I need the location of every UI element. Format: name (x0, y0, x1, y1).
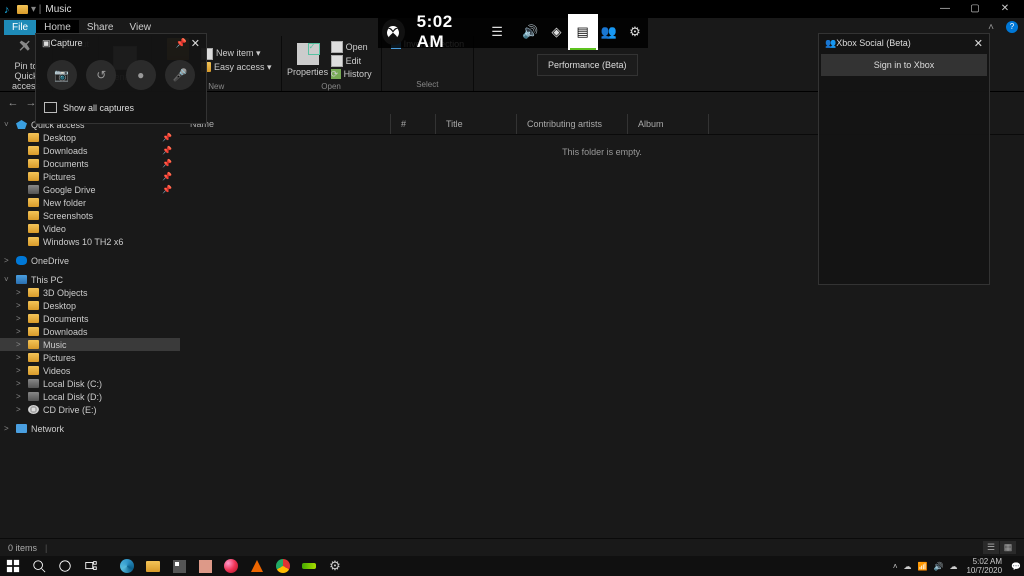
tree-item[interactable]: ˃Local Disk (D:) (0, 390, 180, 403)
history-button[interactable]: ⟳History (328, 68, 375, 80)
folder-icon (17, 5, 28, 14)
tree-item[interactable]: ˅This PC (0, 273, 180, 286)
taskbar-firefox-icon[interactable] (218, 556, 244, 576)
gallery-icon (44, 102, 57, 113)
tree-item[interactable]: ˃CD Drive (E:) (0, 403, 180, 416)
collapse-ribbon-icon[interactable]: ˄ (988, 22, 1000, 33)
tray-volume-icon[interactable]: 🔊 (933, 562, 943, 571)
xbox-button[interactable] (382, 19, 405, 45)
properties-button[interactable]: Properties (288, 38, 328, 82)
tree-item[interactable]: Windows 10 TH2 x6 (0, 235, 180, 248)
tree-item[interactable]: ˃Videos (0, 364, 180, 377)
tray-onedrive-icon[interactable]: ☁ (949, 562, 957, 571)
col-number[interactable]: # (390, 114, 436, 134)
settings-button[interactable]: ⚙ (622, 16, 648, 48)
col-title[interactable]: Title (436, 114, 516, 134)
maximize-button[interactable]: ▢ (960, 0, 990, 18)
gamebar-time: 5:02 AM (409, 12, 484, 52)
screenshot-button[interactable]: 📷 (47, 60, 77, 90)
tree-item[interactable]: Downloads📌 (0, 144, 180, 157)
tree-item[interactable]: ˃Music (0, 338, 180, 351)
tree-item[interactable]: ˃Network (0, 422, 180, 435)
tray-network-icon[interactable]: 📶 (918, 562, 928, 571)
nav-tree[interactable]: ˅Quick accessDesktop📌Downloads📌Documents… (0, 114, 180, 546)
new-item-button[interactable]: New item ▾ (198, 47, 275, 61)
widgets-menu-button[interactable]: ☰ (484, 16, 510, 48)
capture-widget: ▣ Capture 📌 ✕ 📷 ↺ ● 🎤 Show all captures (35, 33, 207, 124)
record-last-button[interactable]: ↺ (86, 60, 116, 90)
performance-button[interactable]: ▤ (570, 16, 596, 48)
tree-item[interactable]: ˃Downloads (0, 325, 180, 338)
xbox-social-button[interactable]: 👥 (596, 16, 622, 48)
taskbar-edge-icon[interactable] (114, 556, 140, 576)
record-button[interactable]: ● (126, 60, 156, 90)
col-name[interactable]: Name (180, 114, 390, 134)
start-button[interactable] (0, 556, 26, 576)
app-icon (4, 4, 14, 14)
status-bar: 0 items | ☰ ▦ (0, 538, 1024, 556)
gamebar-toolbar: 5:02 AM ☰ 🔊 ◈ ▤ 👥 ⚙ (378, 16, 648, 48)
people-icon: 👥 (825, 38, 836, 49)
taskbar-store-icon[interactable] (166, 556, 192, 576)
tray-cloud-icon[interactable]: ☁ (904, 562, 912, 571)
tree-item[interactable]: Desktop📌 (0, 131, 180, 144)
back-button[interactable]: ← (4, 97, 22, 109)
close-social-button[interactable]: ✕ (974, 37, 983, 50)
col-contrib[interactable]: Contributing artists (516, 114, 627, 134)
capture-title: Capture (51, 38, 83, 48)
mic-button[interactable]: 🎤 (165, 60, 195, 90)
xbox-social-title: Xbox Social (Beta) (836, 38, 911, 48)
taskbar-settings-icon[interactable]: ⚙ (322, 556, 348, 576)
tree-item[interactable]: ˃Pictures (0, 351, 180, 364)
tab-file[interactable]: File (4, 20, 36, 35)
tray-notifications-icon[interactable]: 💬 (1011, 562, 1021, 571)
cortana-button[interactable] (52, 556, 78, 576)
edit-button[interactable]: Edit (328, 54, 375, 68)
audio-button[interactable]: 🔊 (517, 16, 543, 48)
taskbar: ⚙ ˄ ☁ 📶 🔊 ☁ 5:02 AM10/7/2020 💬 (0, 556, 1024, 576)
tray-chevron-icon[interactable]: ˄ (893, 562, 898, 571)
taskbar-chrome-icon[interactable] (270, 556, 296, 576)
tray-clock[interactable]: 5:02 AM10/7/2020 (960, 557, 1008, 575)
system-tray: ˄ ☁ 📶 🔊 ☁ 5:02 AM10/7/2020 💬 (890, 557, 1024, 575)
thumbnails-view-button[interactable]: ▦ (1000, 541, 1016, 554)
tree-item[interactable]: Screenshots (0, 209, 180, 222)
taskview-button[interactable] (78, 556, 104, 576)
taskbar-app-icon[interactable] (192, 556, 218, 576)
close-button[interactable]: ✕ (990, 0, 1020, 18)
capture-button[interactable]: ◈ (543, 16, 569, 48)
properties-icon (297, 43, 319, 65)
minimize-button[interactable]: — (930, 0, 960, 18)
easy-access-button[interactable]: Easy access ▾ (198, 61, 275, 74)
close-capture-button[interactable]: ✕ (191, 37, 200, 50)
help-icon[interactable]: ? (1006, 21, 1018, 33)
performance-tooltip: Performance (Beta) (537, 54, 638, 76)
tree-item[interactable]: Pictures📌 (0, 170, 180, 183)
tree-item[interactable]: ˃Local Disk (C:) (0, 377, 180, 390)
tree-item[interactable]: Documents📌 (0, 157, 180, 170)
taskbar-explorer-icon[interactable] (140, 556, 166, 576)
item-count: 0 items (8, 543, 37, 553)
sign-in-button[interactable]: Sign in to Xbox (821, 54, 987, 76)
show-all-captures-button[interactable]: Show all captures (36, 98, 206, 117)
xbox-social-widget: 👥 Xbox Social (Beta) ✕ Sign in to Xbox (818, 33, 990, 285)
camera-icon: ▣ (42, 38, 51, 49)
open-button[interactable]: Open (328, 40, 375, 54)
taskbar-app2-icon[interactable] (296, 556, 322, 576)
pin-widget-button[interactable]: 📌 (176, 38, 187, 49)
tree-item[interactable]: Video (0, 222, 180, 235)
window-title: Music (45, 4, 71, 15)
tree-item[interactable]: ˃3D Objects (0, 286, 180, 299)
taskbar-vlc-icon[interactable] (244, 556, 270, 576)
tree-item[interactable]: Google Drive📌 (0, 183, 180, 196)
tree-item[interactable]: ˃Desktop (0, 299, 180, 312)
col-album[interactable]: Album (627, 114, 709, 134)
search-button[interactable] (26, 556, 52, 576)
tree-item[interactable]: New folder (0, 196, 180, 209)
pin-icon (15, 37, 37, 59)
tree-item[interactable]: ˃Documents (0, 312, 180, 325)
tree-item[interactable]: ˃OneDrive (0, 254, 180, 267)
details-view-button[interactable]: ☰ (983, 541, 999, 554)
